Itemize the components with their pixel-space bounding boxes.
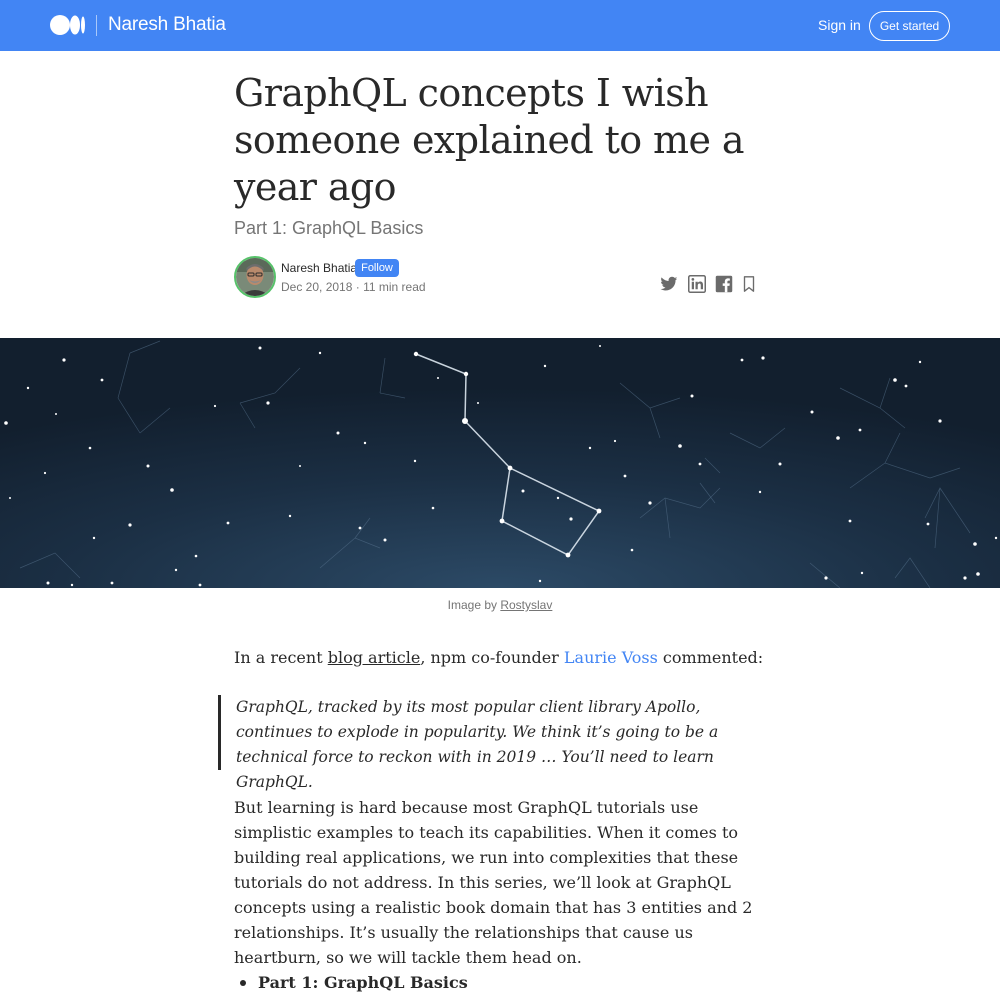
intro-text-2: , npm co-founder bbox=[420, 648, 564, 667]
get-started-button[interactable]: Get started bbox=[869, 11, 950, 41]
follow-button[interactable]: Follow bbox=[355, 259, 399, 277]
linkedin-icon[interactable] bbox=[688, 275, 706, 293]
bookmark-icon[interactable] bbox=[741, 275, 757, 293]
twitter-icon[interactable] bbox=[660, 275, 678, 293]
sign-in-link[interactable]: Sign in bbox=[818, 17, 861, 33]
blockquote-bar bbox=[218, 695, 221, 770]
article-meta: Dec 20, 2018 · 11 min read bbox=[281, 280, 426, 294]
author-photo-icon bbox=[236, 258, 274, 296]
blog-article-link[interactable]: blog article bbox=[328, 648, 421, 667]
meta-separator: · bbox=[352, 280, 364, 294]
author-name[interactable]: Naresh Bhatia bbox=[281, 261, 357, 275]
laurie-voss-link[interactable]: Laurie Voss bbox=[564, 648, 658, 667]
hero-caption: Image by Rostyslav bbox=[0, 598, 1000, 612]
starry-sky-illustration bbox=[0, 338, 1000, 588]
intro-paragraph: In a recent blog article, npm co-founder… bbox=[234, 645, 774, 670]
body-paragraph: But learning is hard because most GraphQ… bbox=[234, 798, 753, 967]
intro-text-3: commented: bbox=[657, 648, 764, 667]
top-navigation-bar: Naresh Bhatia Sign in Get started bbox=[0, 0, 1000, 51]
intro-text-1: In a recent bbox=[234, 648, 328, 667]
hero-image bbox=[0, 338, 1000, 588]
logo-divider bbox=[96, 15, 97, 36]
read-time: 11 min read bbox=[363, 280, 426, 294]
medium-logo-icon[interactable] bbox=[50, 14, 86, 36]
series-list: Part 1: GraphQL Basics bbox=[240, 970, 468, 995]
publish-date: Dec 20, 2018 bbox=[281, 280, 353, 294]
author-avatar[interactable] bbox=[234, 256, 276, 298]
caption-prefix: Image by bbox=[447, 598, 501, 612]
bullet-point bbox=[240, 980, 246, 986]
caption-author-link[interactable]: Rostyslav bbox=[500, 598, 552, 612]
article-subtitle: Part 1: GraphQL Basics bbox=[234, 218, 424, 238]
blockquote: GraphQL, tracked by its most popular cli… bbox=[236, 698, 719, 791]
list-item: Part 1: GraphQL Basics bbox=[240, 970, 468, 995]
list-item-label: Part 1: GraphQL Basics bbox=[258, 973, 468, 992]
article-title: GraphQL concepts I wish someone explaine… bbox=[234, 71, 744, 209]
publication-name[interactable]: Naresh Bhatia bbox=[108, 14, 226, 36]
facebook-icon[interactable] bbox=[715, 275, 733, 293]
